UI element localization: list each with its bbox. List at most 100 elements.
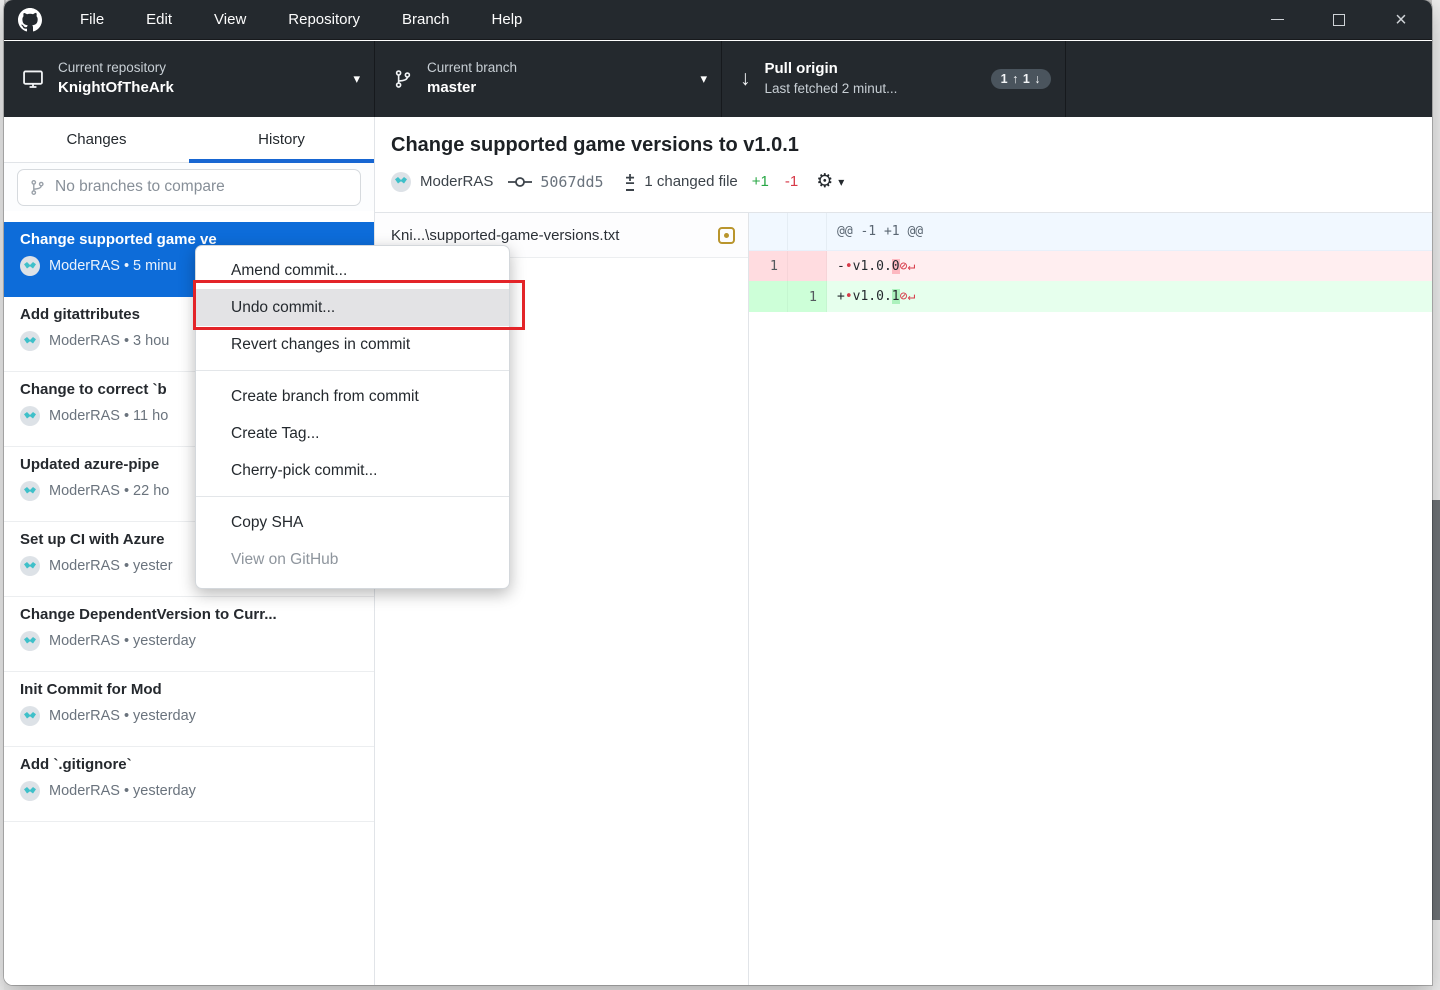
menu-divider [196,370,509,371]
menubar: File Edit View Repository Branch Help [59,0,543,39]
commit-author: ModerRAS [420,173,493,190]
no-newline-icon: ⊘ [900,259,908,274]
diff-gutter-new [788,251,827,281]
ahead-behind-badge: 1 ↑ 1 ↓ [991,69,1051,89]
gear-icon[interactable]: ⚙ [816,170,833,193]
pull-origin-button[interactable]: ↓ Pull origin Last fetched 2 minut... 1 … [722,41,1066,117]
menu-branch[interactable]: Branch [381,0,471,39]
sidebar-tabs: Changes History [4,117,374,163]
menu-item-revert-changes[interactable]: Revert changes in commit [196,326,509,363]
repo-name: KnightOfTheArk [58,79,174,98]
commit-list-item[interactable]: Add `.gitignore` ModerRAS • yesterday [4,747,374,822]
tab-history[interactable]: History [189,117,374,162]
menu-view[interactable]: View [193,0,267,39]
minimize-button[interactable] [1246,0,1308,39]
commit-meta-text: ModerRAS • yesterday [49,633,196,649]
current-branch-button[interactable]: Current branch master ▾ [375,41,722,117]
chevron-down-icon[interactable]: ▾ [838,175,844,189]
menu-help[interactable]: Help [471,0,544,39]
menu-item-amend-commit[interactable]: Amend commit... [196,252,509,289]
commit-detail-meta: ModerRAS 5067dd5 ± 1 changed file +1 -1 … [391,170,1412,193]
avatar [20,256,40,276]
commit-title: Add `.gitignore` [20,756,358,773]
commit-detail-panel: Change supported game versions to v1.0.1… [375,117,1432,985]
close-icon: × [1395,10,1407,30]
diff-gutter-new [788,213,827,250]
menu-item-undo-commit[interactable]: Undo commit... [196,289,509,326]
pull-title: Pull origin [765,60,898,79]
menu-repository[interactable]: Repository [267,0,381,39]
avatar [20,706,40,726]
commit-context-menu: Amend commit... Undo commit... Revert ch… [195,245,510,589]
minimize-icon [1271,19,1284,20]
modified-file-icon [718,227,735,244]
whitespace-dot: • [845,259,853,274]
deletions-count: -1 [785,173,798,190]
compare-branch-input[interactable]: No branches to compare [17,169,361,206]
avatar [20,481,40,501]
commit-meta-text: ModerRAS • 22 ho [49,483,169,499]
diff-gutter-new: 1 [788,281,827,312]
repo-label: Current repository [58,60,174,77]
compare-placeholder: No branches to compare [55,178,225,196]
tab-changes[interactable]: Changes [4,117,189,162]
carriage-return-icon: ↵ [907,259,915,274]
commit-title: Change DependentVersion to Curr... [20,606,358,623]
menu-item-create-branch[interactable]: Create branch from commit [196,378,509,415]
repository-computer-icon [22,68,44,90]
avatar [20,556,40,576]
menu-file[interactable]: File [59,0,125,39]
carriage-return-icon: ↵ [907,289,915,304]
avatar [20,781,40,801]
changed-char-highlight: 0 [892,259,900,274]
commit-title: Init Commit for Mod [20,681,358,698]
git-commit-icon [507,174,533,190]
branch-label: Current branch [427,60,517,77]
maximize-icon [1333,14,1345,26]
diff-hunk-header: @@ -1 +1 @@ [749,213,1432,251]
avatar [20,331,40,351]
branch-name: master [427,79,517,98]
no-newline-icon: ⊘ [900,289,908,304]
diff-added-line: 1 +•v1.0.1⊘↵ [749,281,1432,312]
commit-sha: 5067dd5 [540,173,603,191]
menu-item-cherry-pick[interactable]: Cherry-pick commit... [196,452,509,489]
diff-gutter-old: 1 [749,251,788,281]
close-button[interactable]: × [1370,0,1432,39]
commit-list-item[interactable]: Init Commit for Mod ModerRAS • yesterday [4,672,374,747]
deleted-line-code: -•v1.0.0⊘↵ [827,251,1432,281]
maximize-button[interactable] [1308,0,1370,39]
file-path: Kni...\supported-game-versions.txt [391,227,710,244]
diff-gutter-old [749,213,788,250]
commit-meta-text: ModerRAS • 3 hou [49,333,169,349]
commit-meta-text: ModerRAS • yesterday [49,783,196,799]
commit-detail-title: Change supported game versions to v1.0.1 [391,134,1412,157]
chevron-down-icon: ▾ [690,71,707,87]
menu-item-create-tag[interactable]: Create Tag... [196,415,509,452]
commit-header: Change supported game versions to v1.0.1… [375,117,1432,213]
diff-stat-icon: ± [626,172,635,191]
menu-item-view-on-github[interactable]: View on GitHub [196,541,509,578]
commit-list-item[interactable]: Change DependentVersion to Curr... Moder… [4,597,374,672]
menu-item-copy-sha[interactable]: Copy SHA [196,504,509,541]
arrow-down-icon: ↓ [740,67,751,91]
diff-gutter-old [749,281,788,312]
avatar [20,631,40,651]
toolbar: Current repository KnightOfTheArk ▾ Curr… [4,41,1432,117]
added-line-code: +•v1.0.1⊘↵ [827,281,1432,312]
changed-files-count: 1 changed file [644,173,737,190]
current-repository-button[interactable]: Current repository KnightOfTheArk ▾ [4,41,375,117]
changed-char-highlight: 1 [892,289,900,304]
commit-meta-text: ModerRAS • yesterday [49,708,196,724]
commit-meta-text: ModerRAS • 11 ho [49,408,168,424]
github-logo-icon [17,7,43,33]
diff-panel: @@ -1 +1 @@ 1 -•v1.0.0⊘↵ 1 +•v1.0.1⊘↵ [749,213,1432,985]
commit-meta-text: ModerRAS • 5 minu [49,258,177,274]
chevron-down-icon: ▾ [343,71,360,87]
window-controls: × [1246,0,1432,39]
menu-edit[interactable]: Edit [125,0,193,39]
git-branch-icon [29,179,46,196]
avatar [20,406,40,426]
avatar [391,172,411,192]
whitespace-dot: • [845,289,853,304]
